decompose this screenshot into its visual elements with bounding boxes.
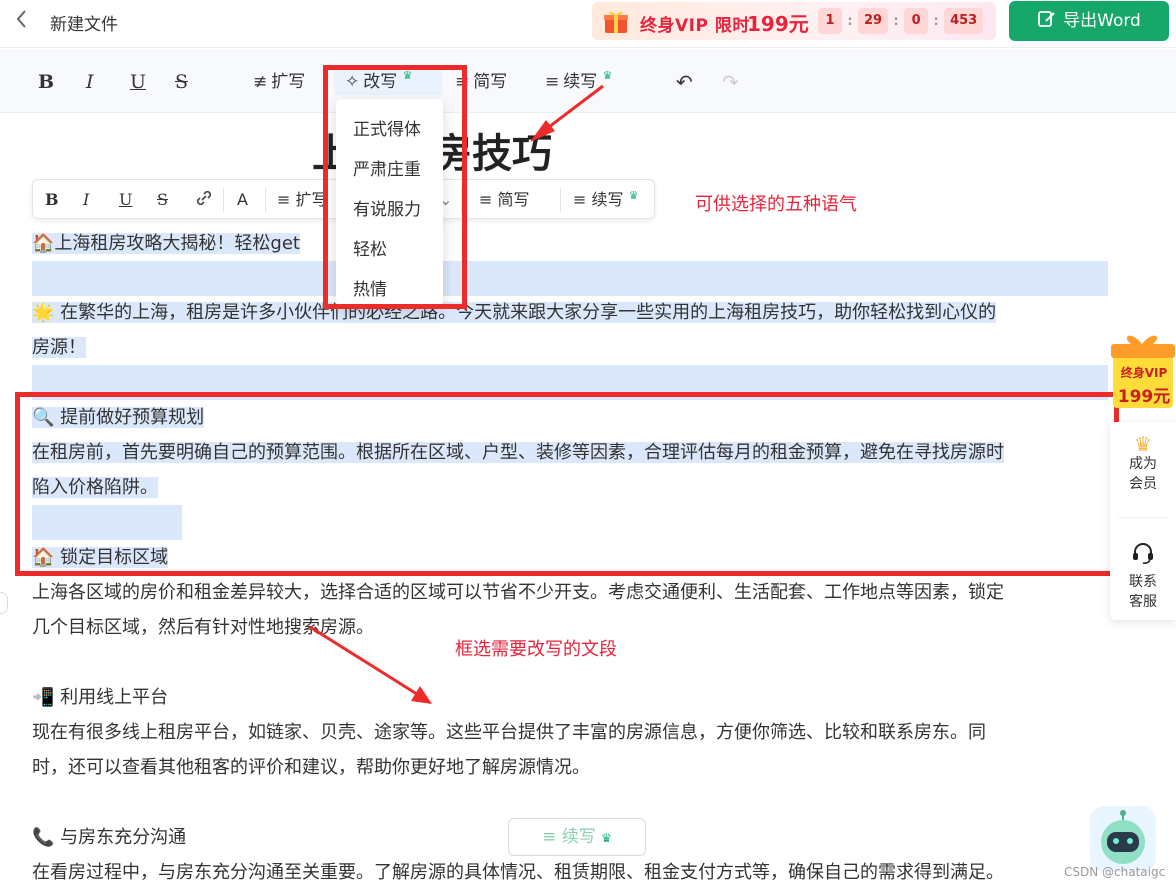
ai-assistant-robot-icon[interactable] [1090,806,1156,872]
editor-window: 新建文件 终身VIP 限时 199元 1 : 29 : 0 : 453 导出Wo… [0,0,1176,890]
export-word-label: 导出Word [1063,11,1141,31]
doc-line[interactable]: 🌟 在繁华的上海，租房是许多小伙伴们的必经之路。今天就来跟大家分享一些实用的上海… [32,295,997,330]
doc-line[interactable]: 现在有很多线上租房平台，如链家、贝壳、途家等。这些平台提供了丰富的房源信息，方便… [32,715,986,750]
continue-icon: ≡ [573,190,592,209]
expand-icon: ≡ [277,190,296,209]
right-sidebar: 终身VIP 199元 ♛ 成为 会员 联系 客服 [1109,330,1176,620]
float-bold-button[interactable]: B [45,189,59,211]
redo-icon[interactable]: ↷ [722,69,739,95]
tone-annotation: 可供选择的五种语气 [695,194,857,215]
simplify-label: 简写 [473,72,508,92]
gift-icon [602,7,630,41]
doc-blank-line [32,261,1108,296]
crown-icon: ♛ [628,189,639,202]
edit-document-icon [1037,1,1057,41]
float-continue-label: 续写 [591,190,624,209]
link-icon[interactable] [195,189,213,211]
expand-button[interactable]: ≢ 扩写 [253,69,305,95]
headset-icon [1110,540,1176,572]
bold-button[interactable]: B [38,69,54,95]
countdown-millis: 453 [944,8,984,34]
continue-icon: ≡ [542,827,562,847]
watermark: CSDN @chataigc [1064,865,1166,879]
float-strike-button[interactable]: S [157,189,168,211]
vip-promo-price: 199元 [747,12,809,36]
selection-highlight-box [15,392,1119,576]
continue-button[interactable]: ≡ 续写 ♛ [545,69,613,95]
chevron-left-icon[interactable] [14,8,34,32]
float-simplify-label: 简写 [497,190,530,209]
sidebar-vip-badge[interactable]: 终身VIP 199元 [1109,330,1176,412]
app-header: 新建文件 终身VIP 限时 199元 1 : 29 : 0 : 453 导出Wo… [0,0,1176,48]
vip-promo-banner[interactable]: 终身VIP 限时 199元 1 : 29 : 0 : 453 [592,2,996,40]
continue-icon: ≡ [545,72,560,92]
doc-line[interactable]: 几个目标区域，然后有针对性地搜索房源。 [32,610,374,645]
crown-icon: ♛ [1134,432,1152,456]
sidebar-vip-price: 199元 [1117,387,1171,407]
simplify-icon: ≡ [479,190,498,209]
sidebar-vip-text: 终身VIP [1120,366,1168,380]
collapse-handle[interactable] [0,592,8,614]
vip-promo-text: 终身VIP 限时 [640,16,750,36]
font-color-button[interactable]: A [237,189,248,211]
italic-button[interactable]: I [86,69,94,95]
crown-icon: ♛ [601,831,612,845]
continue-label: 续写 [563,72,598,92]
doc-line[interactable]: 🏠上海租房攻略大揭秘！轻松get [32,226,300,261]
strikethrough-button[interactable]: S [175,69,188,95]
doc-line[interactable]: 房源！ [32,330,86,365]
float-simplify-button[interactable]: ≡ 简写 [479,189,530,211]
bottom-continue-button[interactable]: ≡ 续写 ♛ [508,818,646,856]
float-underline-button[interactable]: U [119,189,132,211]
select-annotation: 框选需要改写的文段 [455,639,617,660]
doc-line[interactable]: 上海各区域的房价和租金差异较大，选择合适的区域可以节省不少开支。考虑交通便利、生… [32,575,1004,610]
float-expand-button[interactable]: ≡ 扩写 [277,189,328,211]
doc-line[interactable]: 📲 利用线上平台 [32,680,168,715]
underline-button[interactable]: U [130,69,146,95]
expand-label: 扩写 [271,72,306,92]
undo-icon[interactable]: ↶ [676,69,693,95]
countdown-timer: 1 : 29 : 0 : 453 [818,8,984,34]
countdown-seconds: 0 [904,8,929,34]
doc-line[interactable]: 在看房过程中，与房东充分沟通至关重要。了解房源的具体情况、租赁期限、租金支付方式… [32,855,1004,890]
countdown-minutes: 29 [858,8,889,34]
contact-support-button[interactable]: 联系 客服 [1110,540,1176,612]
float-italic-button[interactable]: I [83,189,89,211]
menu-highlight-box [323,65,467,309]
sidebar-panel: ♛ 成为 会员 联系 客服 [1110,422,1176,620]
countdown-hours: 1 [818,8,842,34]
become-member-button[interactable]: ♛ 成为 会员 [1110,434,1176,494]
float-continue-button[interactable]: ≡ 续写 ♛ [573,189,638,211]
expand-icon: ≢ [253,72,268,92]
doc-line[interactable]: 📞 与房东充分沟通 [32,820,186,855]
document-title[interactable]: 新建文件 [50,10,118,35]
export-word-button[interactable]: 导出Word [1009,1,1169,41]
doc-line[interactable]: 时，还可以查看其他租客的评价和建议，帮助你更好地了解房源情况。 [32,750,590,785]
crown-icon: ♛ [602,69,613,82]
